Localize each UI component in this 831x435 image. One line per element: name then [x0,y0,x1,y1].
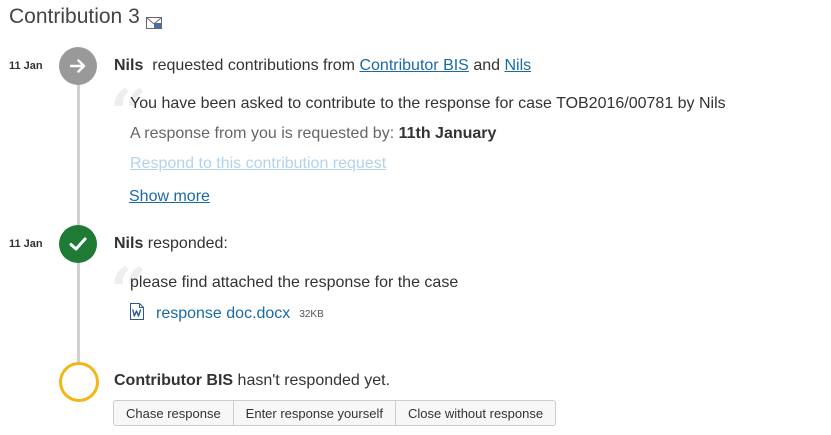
close-without-response-button[interactable]: Close without response [394,400,557,426]
request-message: You have been asked to contribute to the… [130,95,726,112]
recipient-link-contributor-bis[interactable]: Contributor BIS [359,57,468,74]
author-name: Nils [114,235,144,252]
deadline-line: A response from you is requested by: 11t… [130,125,496,143]
attachment-size: 32KB [299,308,324,320]
show-more-link[interactable]: Show more [129,188,210,206]
status-text: hasn't responded yet. [237,372,391,389]
page-title-text: Contribution 3 [9,5,140,28]
timeline-line [77,66,80,378]
deadline-value: 11th January [398,125,497,142]
checkmark-icon [69,237,87,251]
recipient-link-nils[interactable]: Nils [504,57,531,74]
timeline-marker-pending [59,362,99,402]
contribution-actions: Chase response Enter response yourself C… [113,400,557,426]
attachment: response doc.docx 32KB [130,303,324,325]
chase-response-button[interactable]: Chase response [113,400,234,426]
entry-header: Nils requested contributions from Contri… [114,57,531,75]
author-name: Contributor BIS [114,372,234,389]
action-text: responded: [147,235,228,252]
entry-date: 11 Jan [9,238,43,250]
timeline-marker-responded [59,225,97,263]
timeline-marker-request [59,47,97,85]
entry-header: Contributor BIS hasn't responded yet. [114,372,390,390]
arrow-right-icon [70,59,86,73]
envelope-icon[interactable] [145,11,162,29]
entry-header: Nils responded: [114,235,228,253]
conjunction-text: and [473,57,501,74]
author-name: Nils [114,57,144,74]
respond-link[interactable]: Respond to this contribution request [130,155,386,173]
attachment-link[interactable]: response doc.docx [156,305,290,323]
response-message: please find attached the response for th… [130,274,459,291]
word-document-icon [130,303,144,325]
page-title: Contribution 3 [9,5,162,29]
enter-response-button[interactable]: Enter response yourself [232,400,396,426]
entry-date: 11 Jan [9,60,43,72]
action-text: requested contributions from [152,57,356,74]
deadline-label: A response from you is requested by: [130,125,395,142]
